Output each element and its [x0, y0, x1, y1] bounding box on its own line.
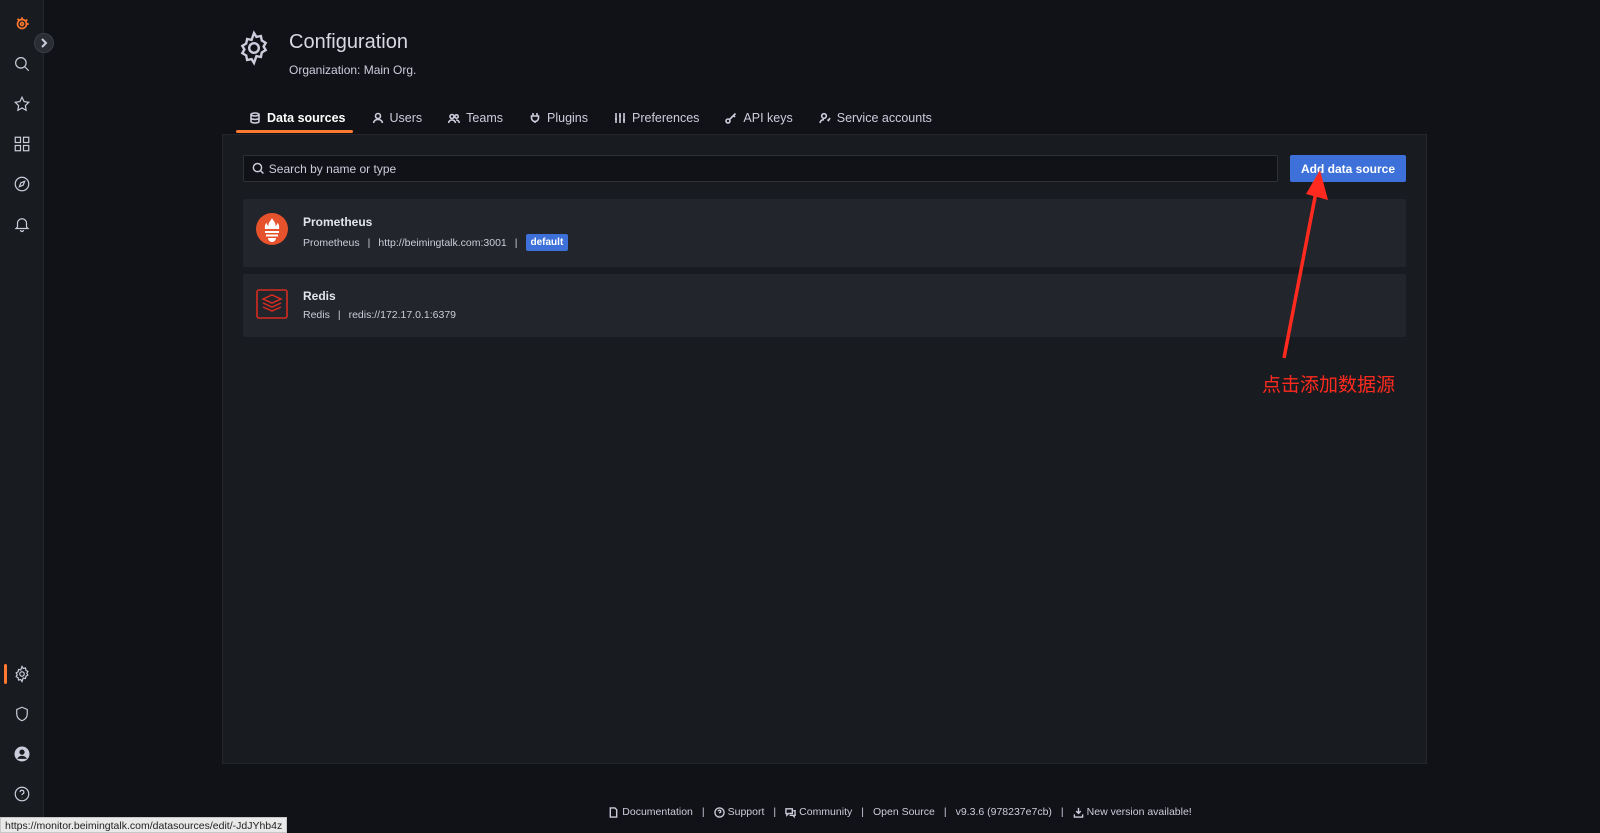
active-tab-underline [236, 130, 353, 133]
tab-teams[interactable]: Teams [435, 108, 516, 128]
search-icon [252, 162, 264, 175]
browser-status-url: https://monitor.beimingtalk.com/datasour… [0, 817, 288, 833]
separator: | [514, 236, 518, 249]
users-icon [448, 113, 461, 124]
explore-compass-icon[interactable] [8, 170, 36, 198]
avatar[interactable] [8, 740, 36, 768]
tab-data-sources[interactable]: Data sources [236, 108, 359, 128]
datasource-card-redis[interactable]: Redis Redis | redis://172.17.0.1:6379 [243, 274, 1406, 337]
separator: | [337, 309, 341, 321]
tab-service-accounts[interactable]: Service accounts [806, 108, 945, 128]
page-title: Configuration [289, 31, 408, 53]
expand-sidebar-button[interactable] [34, 33, 54, 53]
annotation-arrow [1282, 170, 1328, 359]
search-icon[interactable] [8, 50, 36, 78]
footer-new-version-link[interactable]: New version available! [1073, 806, 1192, 818]
shield-icon[interactable] [8, 700, 36, 728]
datasource-card-prometheus[interactable]: Prometheus Prometheus | http://beimingta… [243, 199, 1406, 267]
datasource-name: Redis [303, 289, 336, 303]
download-icon [1073, 807, 1083, 818]
tab-api-keys[interactable]: API keys [712, 108, 805, 128]
configuration-gear-icon[interactable] [8, 660, 36, 688]
footer-community-link[interactable]: Community [785, 806, 852, 818]
sliders-icon [615, 113, 625, 123]
footer-version: v9.3.6 (978237e7cb) [955, 806, 1052, 818]
annotation-text: 点击添加数据源 [1262, 374, 1396, 396]
separator: | [367, 236, 371, 249]
datasource-type: Redis [303, 309, 330, 321]
user-icon [372, 112, 383, 124]
footer-support-link[interactable]: Support [713, 806, 764, 818]
help-icon[interactable] [8, 780, 36, 808]
redis-logo-icon [255, 287, 289, 321]
help-icon [713, 806, 725, 818]
separator: | [861, 806, 864, 818]
tab-users[interactable]: Users [359, 108, 436, 128]
separator: | [1060, 806, 1064, 818]
active-indicator [4, 664, 7, 684]
configuration-gear-icon [236, 30, 272, 66]
tab-plugins[interactable]: Plugins [516, 108, 601, 128]
footer-open-source-link[interactable]: Open Source [873, 806, 935, 818]
plug-icon [530, 113, 540, 123]
datasource-meta: Redis | redis://172.17.0.1:6379 [303, 309, 456, 321]
datasource-name: Prometheus [303, 215, 373, 229]
datasource-url: redis://172.17.0.1:6379 [348, 309, 457, 321]
separator: | [701, 806, 705, 818]
page-subtitle: Organization: Main Org. [289, 63, 417, 77]
grafana-logo-icon[interactable] [8, 10, 36, 38]
star-icon[interactable] [8, 90, 36, 118]
document-icon [609, 806, 618, 818]
prometheus-logo-icon [255, 212, 289, 246]
datasource-url: http://beimingtalk.com:3001 [378, 236, 507, 249]
sidebar [0, 0, 54, 833]
footer-documentation-link[interactable]: Documentation [608, 806, 693, 818]
search-input[interactable] [268, 161, 1277, 176]
alerting-bell-icon[interactable] [8, 210, 36, 238]
comments-icon [785, 807, 796, 818]
service-account-icon [818, 112, 831, 124]
datasource-meta: Prometheus | http://beimingtalk.com:3001… [303, 234, 569, 251]
tab-preferences[interactable]: Preferences [601, 108, 712, 128]
search-box[interactable] [243, 155, 1278, 182]
datasource-type: Prometheus [303, 236, 360, 249]
key-icon [725, 112, 737, 124]
database-icon [250, 112, 260, 124]
separator: | [773, 806, 777, 818]
default-badge: default [525, 234, 569, 251]
dashboards-icon[interactable] [8, 130, 36, 158]
separator: | [943, 806, 947, 818]
